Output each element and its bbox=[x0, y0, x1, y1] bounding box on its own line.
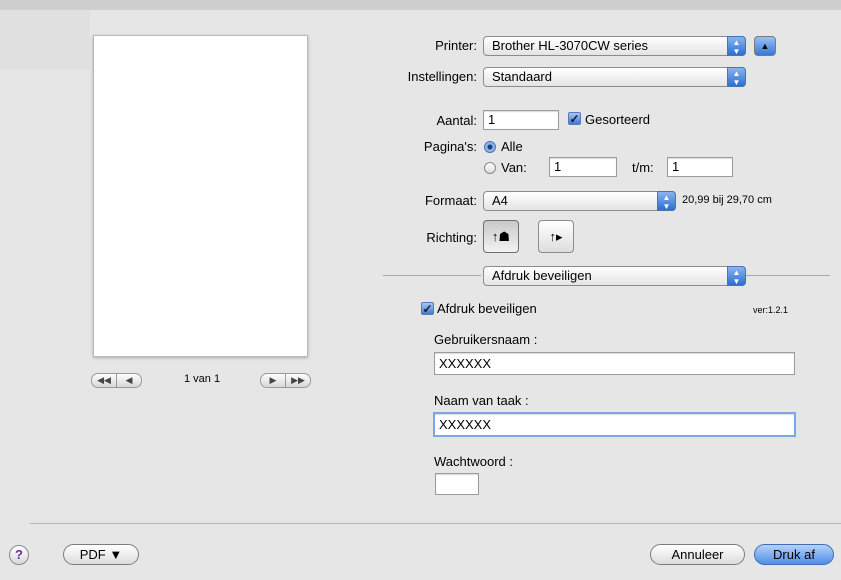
username-label: Gebruikersnaam : bbox=[434, 332, 538, 347]
printer-popup[interactable]: Brother HL-3070CW series ▲ ▼ bbox=[483, 36, 746, 56]
question-mark-icon: ? bbox=[15, 547, 23, 562]
first-page-button[interactable]: ◀◀ bbox=[91, 373, 117, 388]
preview-back-nav: ◀◀ ◀ bbox=[91, 373, 142, 388]
portrait-person-icon: ↑☗ bbox=[491, 229, 511, 244]
printer-value: Brother HL-3070CW series bbox=[492, 38, 649, 53]
cancel-button[interactable]: Annuleer bbox=[650, 544, 745, 565]
copies-label: Aantal: bbox=[436, 113, 477, 128]
pages-range-radio[interactable] bbox=[484, 162, 496, 174]
disclosure-button[interactable]: ▲ bbox=[754, 36, 776, 56]
collated-checkbox[interactable]: ✓ bbox=[568, 112, 581, 125]
pdf-button[interactable]: PDF ▼ bbox=[63, 544, 139, 565]
last-page-button[interactable]: ▶▶ bbox=[286, 373, 311, 388]
job-name-field[interactable]: XXXXXX bbox=[433, 412, 796, 437]
landscape-orientation-button[interactable]: ↑▸ bbox=[538, 220, 574, 253]
title-bar bbox=[0, 0, 841, 10]
popup-arrows-icon: ▲ ▼ bbox=[727, 36, 746, 56]
background-window-strip bbox=[0, 10, 90, 70]
section-popup[interactable]: Afdruk beveiligen ▲ ▼ bbox=[483, 266, 746, 286]
version-text: ver:1.2.1 bbox=[753, 305, 789, 315]
popup-arrows-icon: ▲ ▼ bbox=[657, 191, 676, 211]
paper-size-value: A4 bbox=[492, 193, 508, 208]
pages-from-field[interactable]: 1 bbox=[549, 157, 617, 177]
pages-label: Pagina's: bbox=[423, 139, 477, 154]
section-divider-right bbox=[746, 275, 830, 276]
pages-from-label: Van: bbox=[501, 160, 527, 175]
secure-print-checkbox[interactable]: ✓ bbox=[421, 302, 434, 315]
job-name-label: Naam van taak : bbox=[434, 393, 529, 408]
password-field[interactable] bbox=[435, 473, 479, 495]
page-preview bbox=[93, 35, 308, 357]
previous-page-button[interactable]: ◀ bbox=[117, 373, 142, 388]
page-count: 1 van 1 bbox=[184, 373, 221, 385]
collapse-triangle-icon: ▲ bbox=[760, 41, 770, 51]
copies-field[interactable]: 1 bbox=[483, 110, 559, 130]
printer-label: Printer: bbox=[435, 38, 477, 53]
preview-forward-nav: ▶ ▶▶ bbox=[260, 373, 311, 388]
orientation-label: Richting: bbox=[426, 230, 477, 245]
paper-dimensions: 20,99 bij 29,70 cm bbox=[682, 194, 772, 206]
pages-to-field[interactable]: 1 bbox=[667, 157, 733, 177]
pages-all-radio[interactable] bbox=[484, 141, 496, 153]
username-field[interactable]: XXXXXX bbox=[434, 352, 795, 375]
presets-popup[interactable]: Standaard ▲ ▼ bbox=[483, 67, 746, 87]
secure-print-label: Afdruk beveiligen bbox=[437, 301, 537, 316]
paper-size-popup[interactable]: A4 ▲ ▼ bbox=[483, 191, 676, 211]
section-divider-left bbox=[383, 275, 481, 276]
popup-arrows-icon: ▲ ▼ bbox=[727, 67, 746, 87]
print-button[interactable]: Druk af bbox=[754, 544, 834, 565]
presets-label: Instellingen: bbox=[407, 69, 477, 84]
help-button[interactable]: ? bbox=[9, 545, 29, 565]
portrait-orientation-button[interactable]: ↑☗ bbox=[483, 220, 519, 253]
pages-all-label: Alle bbox=[501, 139, 523, 154]
collated-label: Gesorteerd bbox=[585, 112, 651, 127]
popup-arrows-icon: ▲ ▼ bbox=[727, 266, 746, 286]
next-page-button[interactable]: ▶ bbox=[260, 373, 286, 388]
landscape-person-icon: ↑▸ bbox=[549, 229, 563, 244]
presets-value: Standaard bbox=[492, 69, 552, 84]
section-value: Afdruk beveiligen bbox=[492, 268, 592, 283]
paper-size-label: Formaat: bbox=[424, 193, 477, 208]
password-label: Wachtwoord : bbox=[434, 454, 513, 469]
pages-to-label: t/m: bbox=[632, 160, 654, 175]
footer-divider bbox=[30, 523, 841, 524]
